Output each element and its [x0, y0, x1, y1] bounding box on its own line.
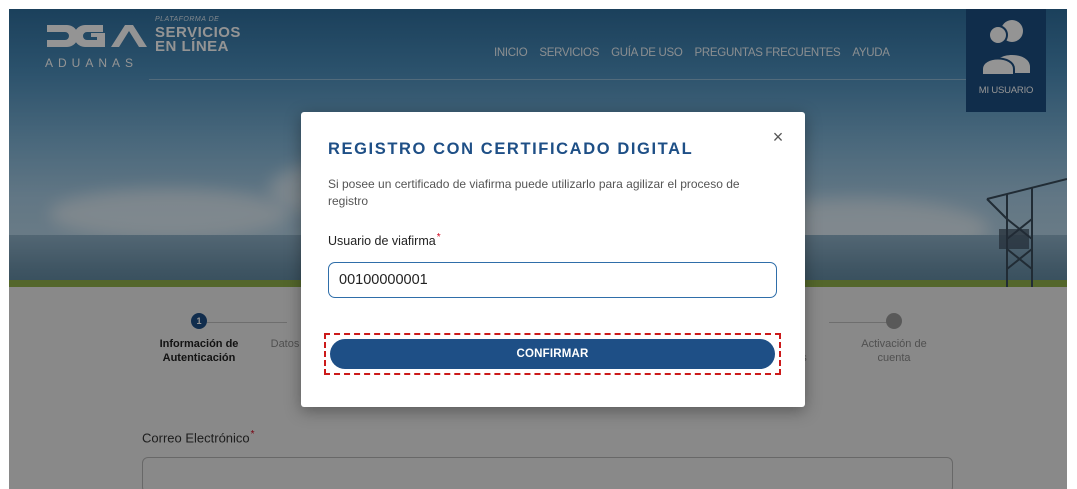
digital-certificate-modal: × REGISTRO CON CERTIFICADO DIGITAL Si po…	[301, 112, 805, 407]
modal-title: REGISTRO CON CERTIFICADO DIGITAL	[328, 140, 694, 158]
required-marker: *	[436, 232, 441, 243]
modal-description: Si posee un certificado de viafirma pued…	[328, 177, 740, 208]
page: ADUANAS PLATAFORMA DE SERVICIOS EN LÍNEA…	[9, 9, 1067, 489]
close-icon[interactable]: ×	[770, 128, 786, 146]
viafirma-user-label: Usuario de viafirma*	[328, 232, 441, 248]
confirm-button[interactable]: CONFIRMAR	[330, 339, 775, 369]
viafirma-user-label-text: Usuario de viafirma	[328, 234, 436, 249]
viafirma-user-input[interactable]	[328, 262, 777, 298]
